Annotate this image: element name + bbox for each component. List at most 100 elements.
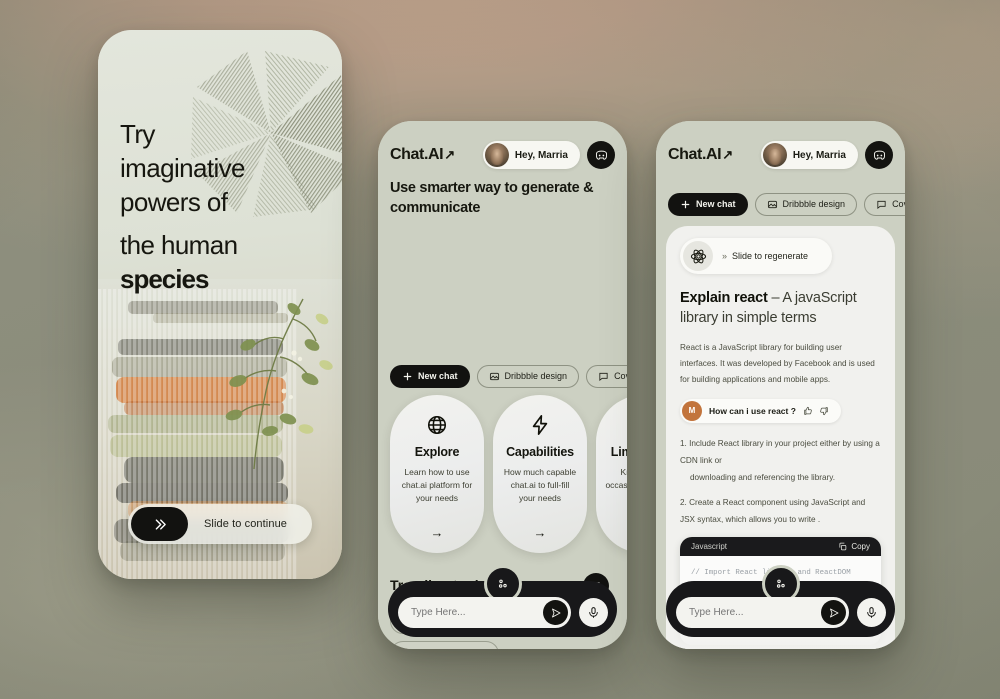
send-button[interactable] [543,600,568,625]
feature-card-limitations[interactable]: Limitations Know about occasional incorr… [596,395,627,553]
message-input-wrap[interactable] [398,597,571,628]
page-title: Try imaginative powers of the human spec… [120,118,315,297]
phone-home: Chat.AI ↗ Hey, Marria Use smarter way to… [378,121,627,649]
chip-label: Covid prevention [614,371,627,381]
chip-label: Dribbble design [504,371,568,381]
regenerate-label-wrap: » Slide to regenerate [722,251,808,261]
thumbs-up-icon[interactable] [803,406,813,416]
chip-new-chat[interactable]: New chat [390,364,470,388]
question-avatar: M [682,400,702,421]
slide-to-continue-slider[interactable]: Slide to continue [128,504,312,544]
thumbs-down-icon[interactable] [819,406,829,416]
trending-topic-item[interactable]: 2. UI/UX solution + [390,641,500,649]
message-input[interactable] [411,607,543,618]
copy-code-button[interactable]: Copy [838,542,870,551]
user-greeting-pill[interactable]: Hey, Marria [482,141,580,169]
card-desc: Know about occasional incorrect answers [605,467,627,491]
card-title: Capabilities [506,445,574,459]
chip-dribbble-design[interactable]: Dribbble design [754,192,858,216]
question-text: How can i use react ? [709,405,796,416]
message-input-wrap[interactable] [676,597,849,628]
plus-icon [403,372,412,380]
feedback-icons[interactable] [803,406,829,416]
title-line: imaginative [120,152,246,183]
message-input[interactable] [689,607,821,618]
title-line: the human [120,230,238,261]
chip-label: New chat [418,371,458,381]
avatar [484,143,509,167]
bottom-dock [388,565,617,637]
feature-card-list: Explore Learn how to use chat.ai platfor… [390,395,627,553]
top-bar: Chat.AI ↗ Hey, Marria [378,139,627,171]
code-header: Javascript Copy [680,536,881,556]
brand-logo[interactable]: Chat.AI ↗ [390,146,455,164]
discord-mask-icon [873,150,885,160]
double-chevron-right-icon [155,518,166,530]
avatar [762,143,787,167]
chip-new-chat[interactable]: New chat [668,192,748,216]
code-language-label: Javascript [691,541,728,551]
user-greeting-label: Hey, Marria [792,149,846,161]
chip-label: New chat [696,199,736,209]
chip-row[interactable]: New chat Dribbble design Covid preventio… [378,364,627,388]
brand-logo[interactable]: Chat.AI ↗ [668,146,733,164]
dock-row [398,597,608,628]
plus-icon [681,200,690,208]
atom-icon [690,249,706,263]
phone-onboarding: Try imaginative powers of the human spec… [98,30,342,579]
chat-bubble-icon [877,200,886,209]
brand-name: Chat.AI [390,146,444,163]
title-line: Try [120,119,155,149]
lightning-icon [532,415,548,435]
slide-to-regenerate-button[interactable]: » Slide to regenerate [680,238,832,274]
question-pill[interactable]: M How can i use react ? [680,398,841,423]
user-greeting-pill[interactable]: Hey, Marria [760,141,858,169]
chip-label: Dribbble design [782,199,846,209]
card-arrow-icon[interactable]: → [534,525,547,540]
card-desc: Learn how to use chat.ai platform for yo… [401,467,473,504]
answer-step: 1. Include React library in your project… [680,435,881,487]
chat-bubble-icon [599,372,608,381]
chevron-right-icon: » [722,251,728,261]
mask-button[interactable] [865,141,893,169]
answer-body: React is a JavaScript library for buildi… [680,342,875,384]
mask-button[interactable] [587,141,615,169]
feature-card-capabilities[interactable]: Capabilities How much capable chat.ai to… [493,395,587,553]
image-icon [489,372,499,380]
feature-card-explore[interactable]: Explore Learn how to use chat.ai platfor… [390,395,484,553]
answer-steps: 1. Include React library in your project… [680,435,881,529]
microphone-button[interactable] [579,598,608,627]
dots-icon [776,579,785,588]
chip-covid-prevention[interactable]: Covid prevention [586,364,627,388]
card-arrow-icon[interactable]: → [431,525,444,540]
regenerate-label: Slide to regenerate [732,251,809,261]
card-icon-wrap [529,412,551,438]
regenerate-icon-wrap [683,241,713,271]
answer-step-cont: which allows you to write . [725,515,821,525]
chip-label: Covid prevention [892,199,905,209]
bottom-dock [666,565,895,637]
title-line-strong: species [120,264,209,295]
microphone-button[interactable] [857,598,886,627]
send-button[interactable] [821,600,846,625]
answer-step-cont: downloading and referencing the library. [690,472,836,482]
brand-arrow-icon: ↗ [722,147,733,162]
microphone-icon [589,607,598,618]
image-icon [767,200,777,208]
card-title: Explore [414,445,460,459]
brand-arrow-icon: ↗ [444,147,455,162]
brand-name: Chat.AI [668,146,722,163]
chip-row[interactable]: New chat Dribbble design Covid preventio… [656,192,905,216]
copy-label: Copy [851,541,870,551]
answer-title: Explain react – A javaScript library in … [680,288,881,329]
dock-row [676,597,886,628]
copy-icon [839,542,847,550]
chip-dribbble-design[interactable]: Dribbble design [476,364,580,388]
slider-label: Slide to continue [203,518,288,530]
answer-step-main: 1. Include React library in your project… [680,438,880,465]
send-icon [551,608,560,617]
card-desc: How much capable chat.ai to full-fill yo… [503,467,577,504]
chip-covid-prevention[interactable]: Covid prevention [864,192,905,216]
discord-mask-icon [595,150,607,160]
slider-knob[interactable] [131,507,188,541]
